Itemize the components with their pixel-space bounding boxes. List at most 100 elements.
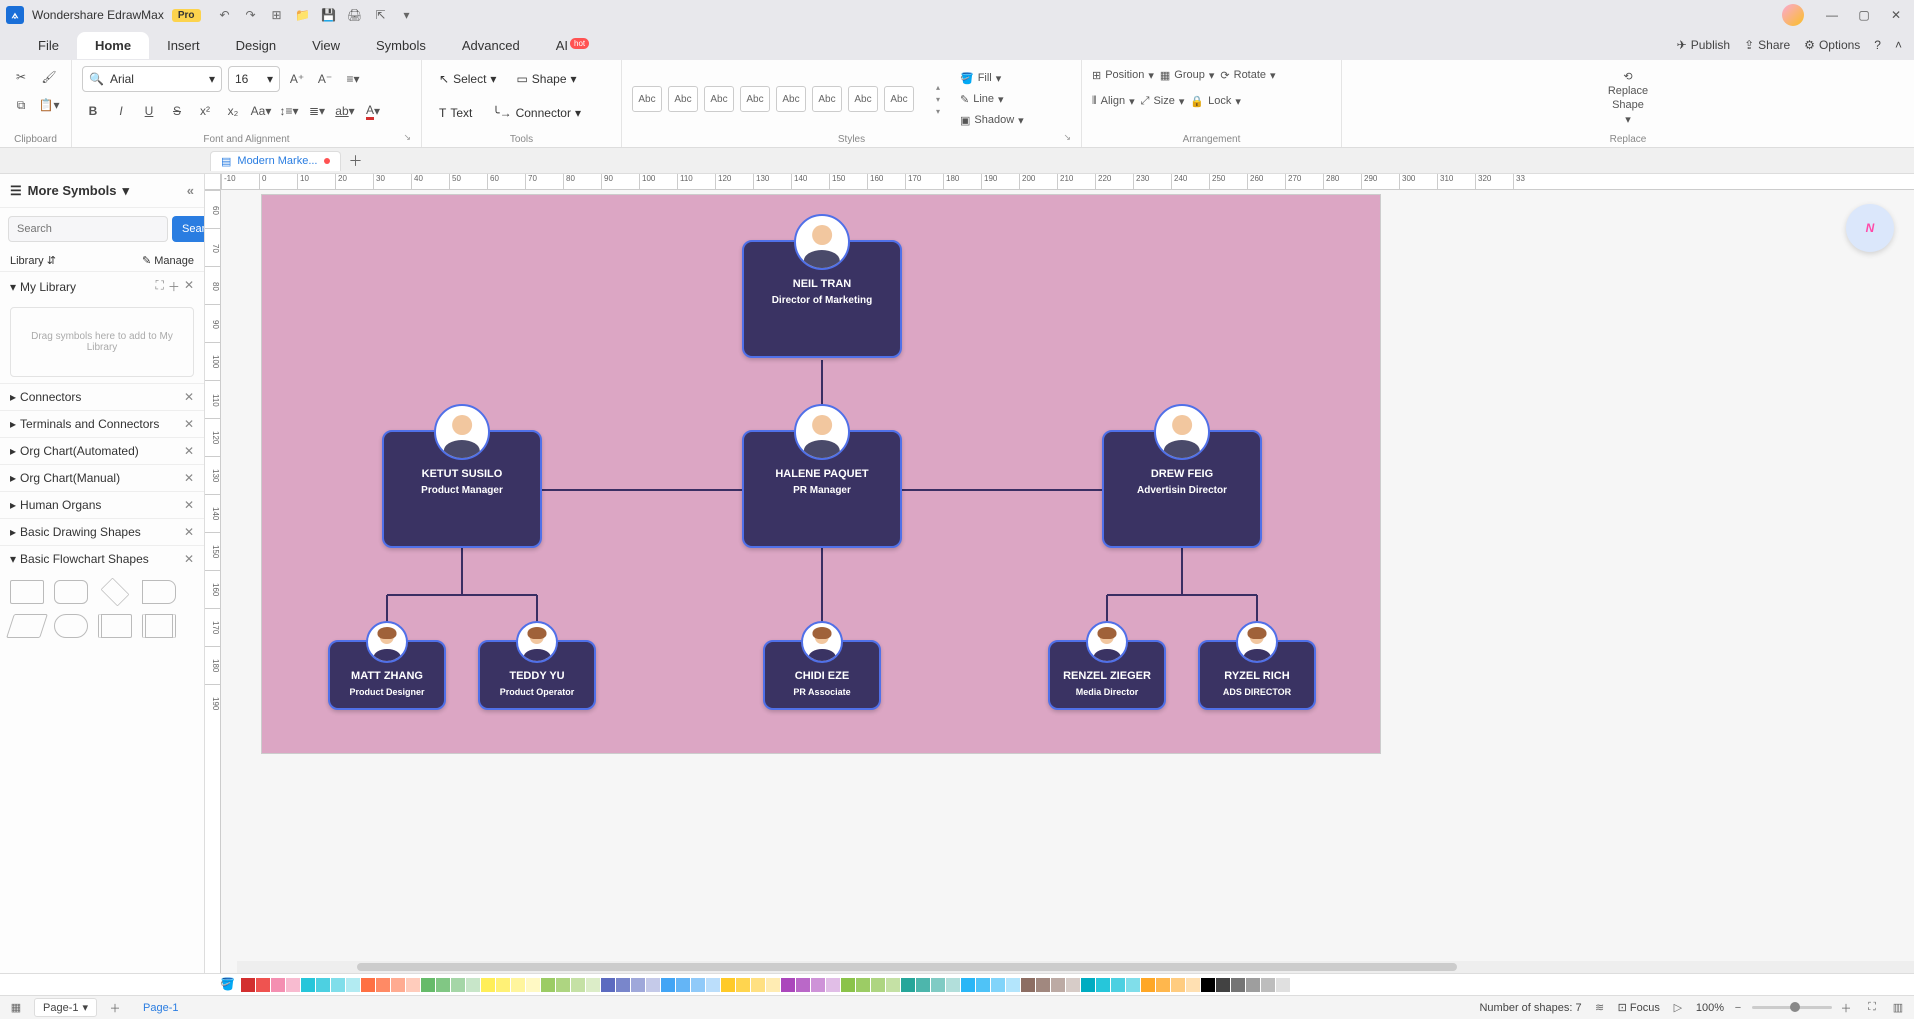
style-swatch[interactable]: Abc (740, 86, 770, 112)
color-swatch[interactable] (301, 978, 315, 992)
print-icon[interactable]: 🖨 (347, 7, 363, 23)
color-swatch[interactable] (1141, 978, 1155, 992)
canvas[interactable]: NEIL TRAN Director of Marketing KETUT SU… (221, 190, 1914, 973)
remove-icon[interactable]: ✕ (184, 278, 194, 295)
underline-icon[interactable]: U (138, 100, 160, 122)
text-tool[interactable]: TText (432, 100, 479, 126)
color-swatch[interactable] (946, 978, 960, 992)
color-swatch[interactable] (631, 978, 645, 992)
shadow-button[interactable]: ▣Shadow▾ (960, 111, 1024, 129)
font-family-select[interactable]: 🔍Arial▾ (82, 66, 222, 92)
gallery-down-icon[interactable]: ▾ (932, 94, 944, 104)
shape-parallelogram[interactable] (6, 614, 48, 638)
position-button[interactable]: ⊞Position▾ (1092, 66, 1154, 84)
help-icon[interactable]: ? (1874, 38, 1881, 52)
library-dropzone[interactable]: Drag symbols here to add to My Library (10, 307, 194, 377)
color-swatch[interactable] (886, 978, 900, 992)
italic-icon[interactable]: I (110, 100, 132, 122)
share-button[interactable]: ⇪Share (1744, 38, 1790, 52)
color-swatch[interactable] (421, 978, 435, 992)
color-swatch[interactable] (271, 978, 285, 992)
qat-more-icon[interactable]: ▾ (399, 7, 415, 23)
org-node[interactable]: CHIDI EZE PR Associate (763, 640, 881, 710)
color-swatch[interactable] (601, 978, 615, 992)
color-swatch[interactable] (856, 978, 870, 992)
highlight-icon[interactable]: ab▾ (334, 100, 356, 122)
color-swatch[interactable] (1006, 978, 1020, 992)
font-launcher-icon[interactable]: ↘ (403, 132, 411, 143)
style-swatch[interactable]: Abc (812, 86, 842, 112)
lib-section[interactable]: ▸Human Organs✕ (0, 492, 204, 518)
color-swatch[interactable] (436, 978, 450, 992)
color-swatch[interactable] (676, 978, 690, 992)
zoom-slider[interactable] (1752, 1006, 1832, 1009)
export-icon[interactable]: ⇱ (373, 7, 389, 23)
remove-icon[interactable]: ✕ (184, 390, 194, 404)
color-swatch[interactable] (901, 978, 915, 992)
color-swatch[interactable] (706, 978, 720, 992)
subscript-icon[interactable]: x₂ (222, 100, 244, 122)
color-swatch[interactable] (256, 978, 270, 992)
color-swatch[interactable] (751, 978, 765, 992)
menu-symbols[interactable]: Symbols (358, 32, 444, 59)
shape-rectangle[interactable] (10, 580, 44, 604)
page-tab[interactable]: Page-1 (133, 1000, 188, 1016)
org-node[interactable]: HALENE PAQUET PR Manager (742, 430, 902, 548)
color-swatch[interactable] (346, 978, 360, 992)
shape-diamond[interactable] (101, 578, 130, 607)
undo-icon[interactable]: ↶ (217, 7, 233, 23)
fit-page-icon[interactable]: ⛶ (1864, 1000, 1880, 1016)
color-swatch[interactable] (1036, 978, 1050, 992)
org-node[interactable]: DREW FEIG Advertisin Director (1102, 430, 1262, 548)
color-swatch[interactable] (541, 978, 555, 992)
lib-section-mylibrary[interactable]: ▾My Library ⛶＋✕ (0, 272, 204, 301)
collapse-sidebar-icon[interactable]: « (187, 183, 194, 198)
org-node[interactable]: RENZEL ZIEGER Media Director (1048, 640, 1166, 710)
color-swatch[interactable] (1291, 978, 1305, 992)
style-gallery[interactable]: Abc Abc Abc Abc Abc Abc Abc Abc (632, 86, 922, 112)
layers-icon[interactable]: ≋ (1592, 1000, 1608, 1016)
remove-icon[interactable]: ✕ (184, 525, 194, 539)
replace-shape-button[interactable]: ⟲ Replace Shape ▾ (1604, 66, 1652, 130)
size-button[interactable]: ⤢Size▾ (1141, 92, 1185, 110)
color-swatch[interactable] (1216, 978, 1230, 992)
align-button[interactable]: ⫴Align▾ (1092, 92, 1135, 110)
color-swatch[interactable] (1021, 978, 1035, 992)
color-swatch[interactable] (721, 978, 735, 992)
color-swatch[interactable] (1051, 978, 1065, 992)
menu-ai[interactable]: AIhot (538, 32, 607, 59)
remove-icon[interactable]: ✕ (184, 417, 194, 431)
add-tab-icon[interactable]: ＋ (349, 151, 363, 171)
redo-icon[interactable]: ↷ (243, 7, 259, 23)
org-node-root[interactable]: NEIL TRAN Director of Marketing (742, 240, 902, 358)
shape-stored-data[interactable] (142, 614, 176, 638)
line-spacing-icon[interactable]: ↕≡▾ (278, 100, 300, 122)
expand-icon[interactable]: ⛶ (156, 278, 164, 295)
color-swatch[interactable] (1111, 978, 1125, 992)
save-icon[interactable]: 💾 (321, 7, 337, 23)
focus-button[interactable]: ⊡ Focus (1618, 1001, 1660, 1014)
font-color-icon[interactable]: A▾ (362, 100, 384, 122)
format-painter-icon[interactable]: 🖌 (38, 66, 60, 88)
page[interactable]: NEIL TRAN Director of Marketing KETUT SU… (261, 194, 1381, 754)
shape-document[interactable] (142, 580, 176, 604)
color-swatch[interactable] (526, 978, 540, 992)
line-button[interactable]: ✎Line▾ (960, 90, 1024, 108)
color-swatch[interactable] (1231, 978, 1245, 992)
style-swatch[interactable]: Abc (884, 86, 914, 112)
color-swatch[interactable] (586, 978, 600, 992)
gallery-more-icon[interactable]: ▾ (932, 106, 944, 116)
zoom-out-icon[interactable]: − (1730, 1000, 1746, 1016)
manage-button[interactable]: ✎Manage (142, 254, 194, 267)
lib-section[interactable]: ▸Connectors✕ (0, 384, 204, 410)
library-label[interactable]: Library ⇵ (10, 254, 56, 267)
fill-button[interactable]: 🪣Fill▾ (960, 69, 1024, 87)
org-node[interactable]: KETUT SUSILO Product Manager (382, 430, 542, 548)
case-icon[interactable]: Aa▾ (250, 100, 272, 122)
color-swatch[interactable] (811, 978, 825, 992)
doc-tab[interactable]: ▤ Modern Marke... (210, 151, 341, 171)
cut-icon[interactable]: ✂ (10, 66, 32, 88)
color-swatch[interactable] (916, 978, 930, 992)
color-swatch[interactable] (1126, 978, 1140, 992)
zoom-in-icon[interactable]: ＋ (1838, 1000, 1854, 1016)
